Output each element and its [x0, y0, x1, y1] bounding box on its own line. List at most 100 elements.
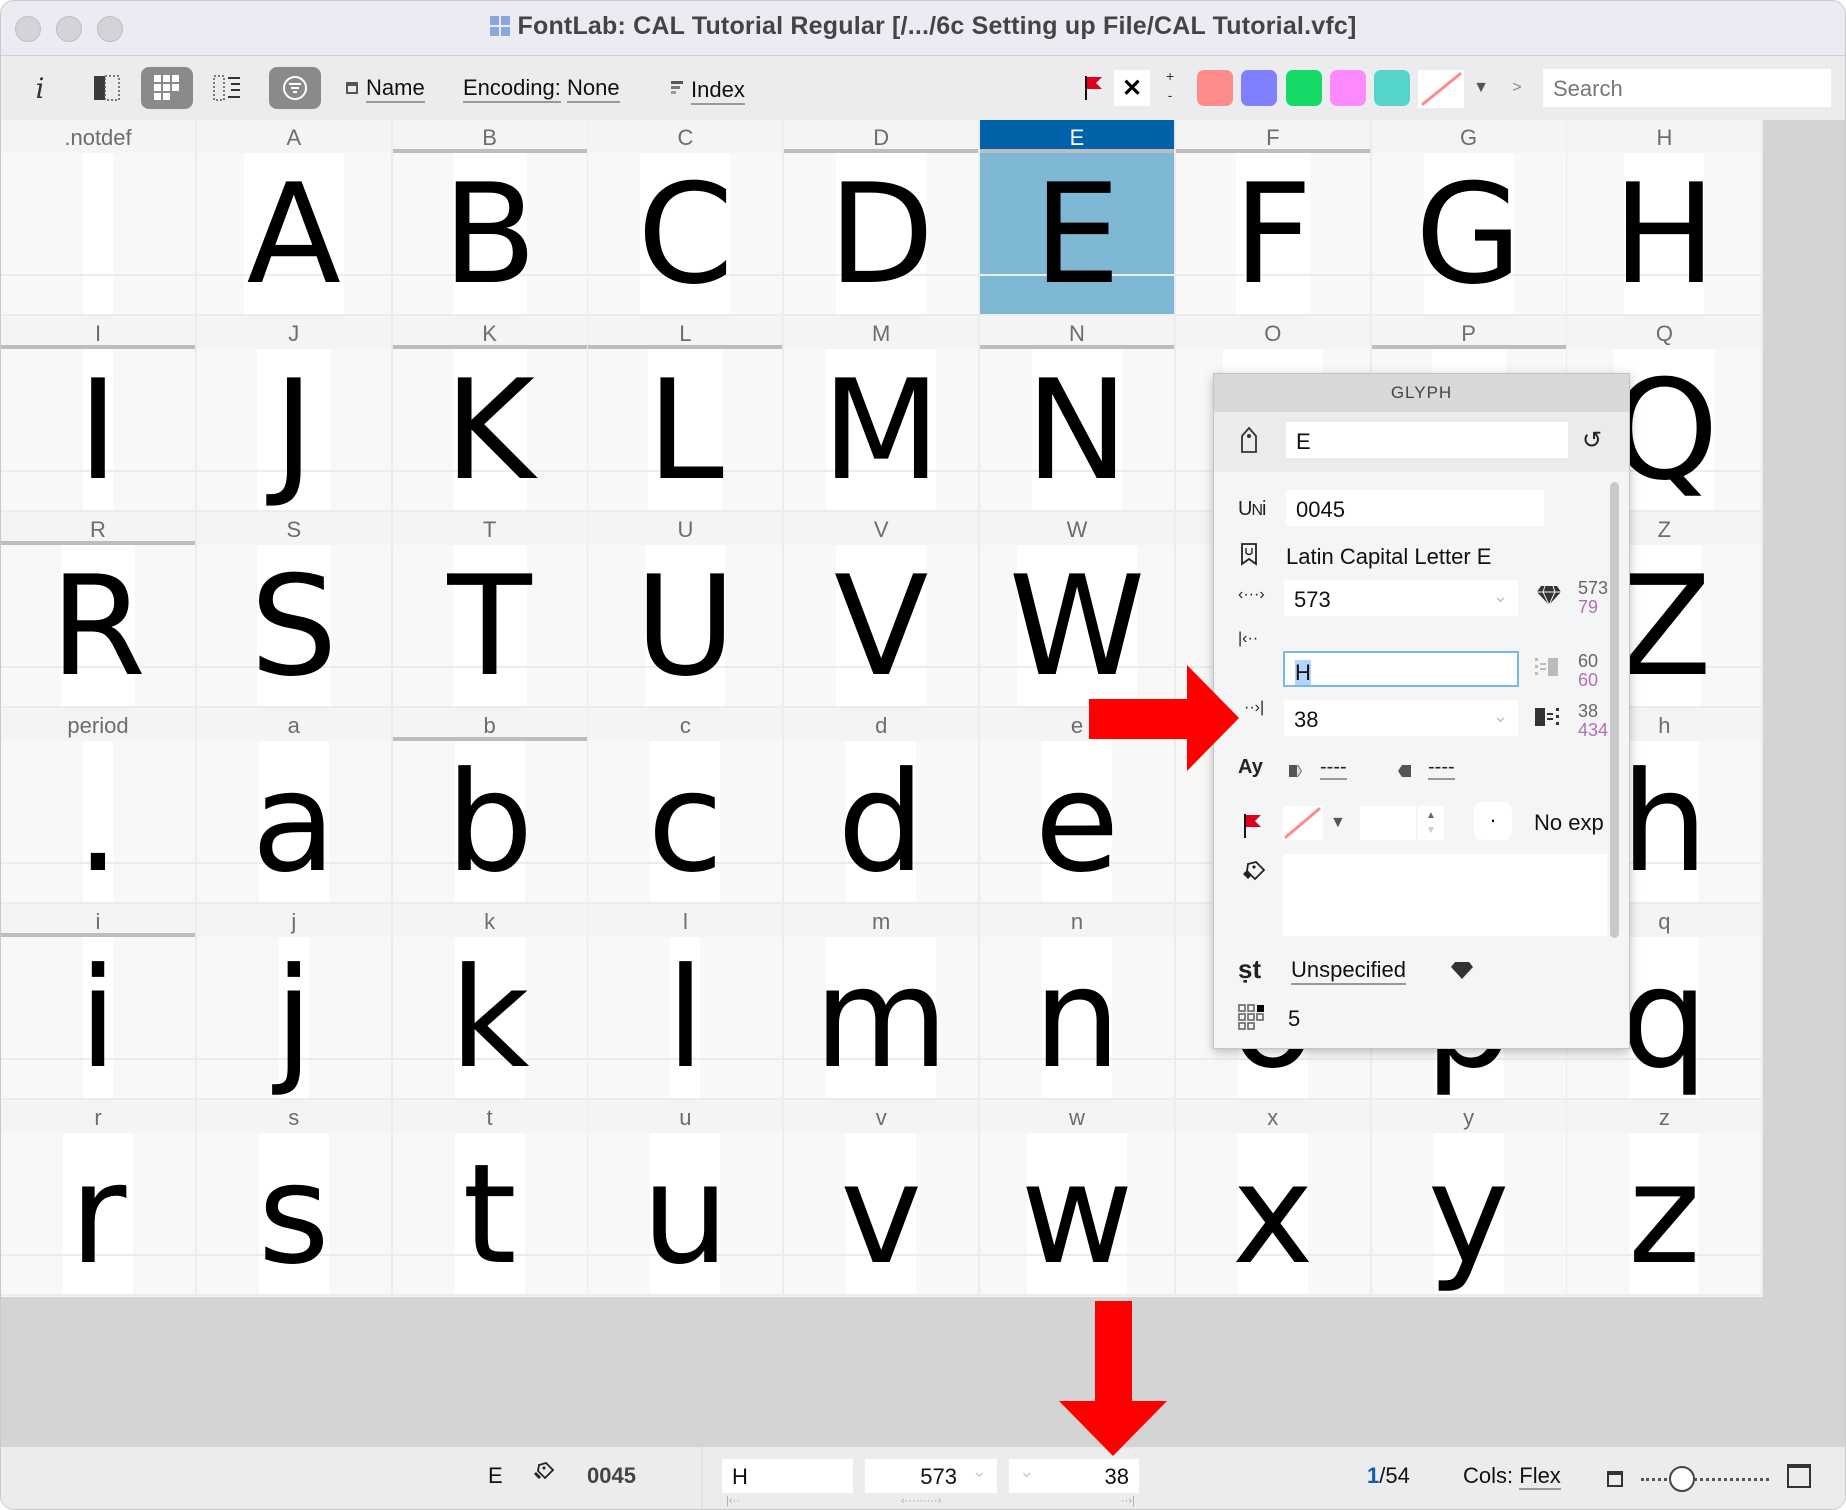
- glyph-cell[interactable]: .notdef: [1, 120, 197, 316]
- plus-icon[interactable]: +: [1166, 67, 1174, 86]
- reset-icon[interactable]: ↺: [1582, 426, 1602, 455]
- sidebar-toggle-icon[interactable]: [89, 67, 125, 109]
- mark-swatch-blue[interactable]: [1241, 70, 1277, 106]
- index-sort-button[interactable]: Index: [671, 75, 745, 105]
- status-lsb-input[interactable]: H: [722, 1459, 853, 1493]
- glyph-cell[interactable]: EE: [980, 120, 1176, 316]
- unicode-input[interactable]: 0045: [1286, 490, 1544, 526]
- glyph-cell-label: l: [588, 904, 783, 937]
- glyph-cell[interactable]: CC: [588, 120, 785, 316]
- cell-size-slider[interactable]: [1641, 1465, 1769, 1493]
- glyph-cell[interactable]: VV: [784, 512, 981, 708]
- glyph-cell[interactable]: kk: [392, 904, 589, 1100]
- status-width-input[interactable]: 573 ⌄: [865, 1459, 997, 1493]
- glyph-cell[interactable]: JJ: [196, 316, 393, 512]
- glyph-cell[interactable]: cc: [588, 708, 785, 904]
- script-selector[interactable]: Unspecified: [1291, 957, 1406, 985]
- glyph-cell[interactable]: NN: [980, 316, 1176, 512]
- clear-mark-button[interactable]: ✕: [1114, 70, 1150, 106]
- kern-class-right-link[interactable]: ----: [1428, 756, 1455, 780]
- mark-swatch-teal[interactable]: [1374, 70, 1410, 106]
- panel-scrollbar[interactable]: [1610, 482, 1619, 938]
- rsb-icon: ··›|: [1244, 699, 1265, 716]
- glyph-cell[interactable]: jj: [196, 904, 393, 1100]
- glyph-cell[interactable]: ll: [588, 904, 785, 1100]
- glyph-cell[interactable]: ii: [1, 904, 197, 1100]
- glyph-cell[interactable]: period.: [1, 708, 197, 904]
- glyph-cell[interactable]: II: [1, 316, 197, 512]
- mark-stepper[interactable]: + -: [1166, 67, 1174, 105]
- glyph-cell[interactable]: RR: [1, 512, 197, 708]
- lsb-input[interactable]: H: [1283, 651, 1519, 687]
- glyph-cell[interactable]: yy: [1371, 1100, 1568, 1296]
- chevron-down-icon[interactable]: ⌄: [1019, 1461, 1034, 1482]
- cols-control[interactable]: Cols: Flex: [1463, 1463, 1561, 1490]
- mark-swatch-red[interactable]: [1197, 70, 1233, 106]
- mark-swatch-pink[interactable]: [1330, 70, 1366, 106]
- glyph-cell-body: u: [588, 1133, 783, 1294]
- glyph-cell[interactable]: SS: [196, 512, 393, 708]
- glyph-cell[interactable]: nn: [980, 904, 1176, 1100]
- glyph-cell[interactable]: dd: [784, 708, 981, 904]
- glyph-cell[interactable]: BB: [392, 120, 589, 316]
- glyph-cell-body: .: [1, 741, 195, 902]
- kern-class-left-link[interactable]: ----: [1320, 756, 1347, 780]
- glyph-cell[interactable]: DD: [784, 120, 981, 316]
- glyph-cell-body: H: [1567, 153, 1762, 314]
- glyph-cell[interactable]: MM: [784, 316, 981, 512]
- encoding-selector[interactable]: Encoding: None: [463, 75, 620, 103]
- glyph-cell[interactable]: rr: [1, 1100, 197, 1296]
- glyph-cell-label: j: [196, 904, 391, 937]
- glyph-cell[interactable]: ww: [980, 1100, 1176, 1296]
- glyph-cell[interactable]: UU: [588, 512, 785, 708]
- slider-knob[interactable]: [1668, 1466, 1695, 1492]
- grid-view-button[interactable]: [141, 67, 193, 109]
- glyph-cell[interactable]: LL: [588, 316, 785, 512]
- mark-color-swatch[interactable]: [1283, 806, 1323, 840]
- name-sort-button[interactable]: Name: [346, 75, 425, 103]
- export-toggle[interactable]: ·: [1474, 802, 1512, 840]
- chevron-down-icon[interactable]: ⌄: [1493, 586, 1508, 607]
- glyph-cell[interactable]: vv: [784, 1100, 981, 1296]
- minus-icon[interactable]: -: [1166, 86, 1174, 105]
- status-rsb-input[interactable]: ⌄ 38: [1009, 1459, 1139, 1493]
- glyph-cell[interactable]: ss: [196, 1100, 393, 1296]
- mark-stepper[interactable]: ▲ ▼: [1418, 806, 1444, 840]
- swatch-dropdown-icon[interactable]: ▼: [1471, 67, 1491, 109]
- tags-input[interactable]: [1283, 854, 1607, 936]
- more-icon[interactable]: >: [1509, 67, 1525, 109]
- mark-swatch-green[interactable]: [1286, 70, 1322, 106]
- glyph-cell[interactable]: GG: [1371, 120, 1568, 316]
- chevron-down-icon[interactable]: ⌄: [1493, 706, 1508, 727]
- mark-dropdown-icon[interactable]: ▼: [1330, 814, 1346, 832]
- filter-button[interactable]: [269, 67, 321, 109]
- list-view-icon[interactable]: [209, 67, 245, 109]
- info-icon[interactable]: i: [23, 67, 57, 109]
- search-input[interactable]: Search: [1543, 69, 1831, 107]
- glyph-cell[interactable]: bb: [392, 708, 589, 904]
- glyph-cell[interactable]: HH: [1567, 120, 1764, 316]
- mark-value-input[interactable]: [1360, 806, 1416, 840]
- large-cell-icon[interactable]: [1787, 1464, 1811, 1488]
- glyph-cell[interactable]: TT: [392, 512, 589, 708]
- glyph-cell[interactable]: KK: [392, 316, 589, 512]
- small-cell-icon[interactable]: [1607, 1471, 1623, 1487]
- glyph-cell[interactable]: uu: [588, 1100, 785, 1296]
- glyph-preview: i: [78, 938, 118, 1099]
- glyph-preview: B: [442, 154, 537, 315]
- chevron-down-icon[interactable]: ⌄: [972, 1461, 987, 1482]
- no-mark-swatch[interactable]: [1418, 70, 1464, 108]
- rsb-input[interactable]: 38 ⌄: [1284, 700, 1518, 736]
- tags-icon[interactable]: [531, 1461, 555, 1489]
- glyph-cell[interactable]: tt: [392, 1100, 589, 1296]
- kerning-icon: Ay: [1238, 756, 1263, 778]
- glyph-cell[interactable]: zz: [1567, 1100, 1764, 1296]
- glyph-cell[interactable]: FF: [1175, 120, 1372, 316]
- advance-width-input[interactable]: 573 ⌄: [1284, 580, 1518, 616]
- glyph-cell[interactable]: xx: [1175, 1100, 1372, 1296]
- flag-icon[interactable]: [1081, 67, 1107, 109]
- glyph-cell[interactable]: aa: [196, 708, 393, 904]
- glyph-cell[interactable]: mm: [784, 904, 981, 1100]
- glyph-cell[interactable]: AA: [196, 120, 393, 316]
- glyph-name-input[interactable]: E: [1286, 422, 1568, 458]
